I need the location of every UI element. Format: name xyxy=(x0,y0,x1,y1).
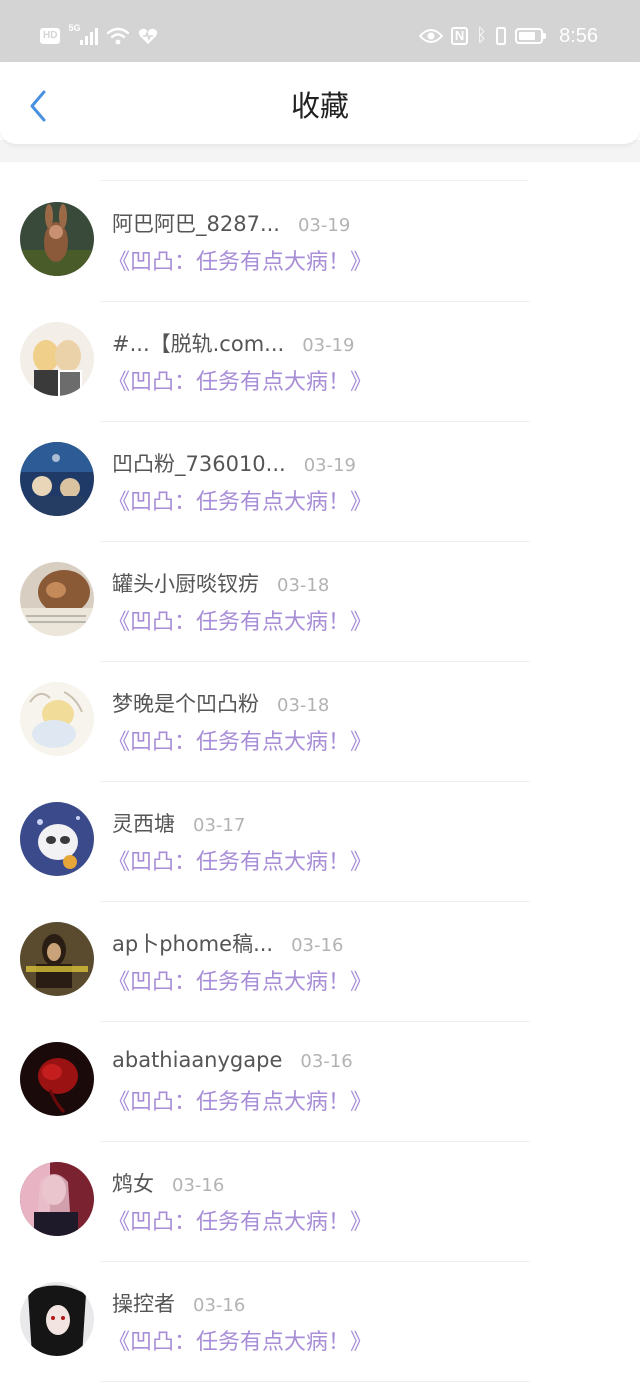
item-date: 03-18 xyxy=(277,575,330,596)
vibrate-icon xyxy=(496,27,507,45)
avatar[interactable] xyxy=(20,802,94,876)
list-top-divider xyxy=(100,180,528,181)
book-title[interactable]: 《凹凸：任务有点大病！》 xyxy=(108,1324,372,1356)
avatar[interactable] xyxy=(20,1042,94,1116)
battery-icon xyxy=(515,28,547,44)
avatar[interactable] xyxy=(20,682,94,756)
item-date: 03-17 xyxy=(193,815,246,836)
list-item[interactable]: ap卜phome稿... 03-16 《凹凸：任务有点大病！》 xyxy=(0,902,640,1022)
bluetooth-icon: ᛒ xyxy=(476,25,488,46)
avatar[interactable] xyxy=(20,202,94,276)
book-title[interactable]: 《凹凸：任务有点大病！》 xyxy=(108,244,372,276)
item-date: 03-16 xyxy=(300,1051,353,1072)
item-date: 03-16 xyxy=(172,1175,225,1196)
user-name: 凹凸粉_736010... xyxy=(112,452,286,476)
item-header: 罐头小厨啖钗疠 03-18 xyxy=(112,568,329,598)
list-item[interactable]: 梦晚是个凹凸粉 03-18 《凹凸：任务有点大病！》 xyxy=(0,662,640,782)
page-title: 收藏 xyxy=(290,89,349,123)
item-date: 03-19 xyxy=(297,215,351,236)
item-header: 鸩女 03-16 xyxy=(112,1168,224,1198)
list-item[interactable]: 凹凸粉_736010... 03-19 《凹凸：任务有点大病！》 xyxy=(0,422,640,542)
item-header: 操控者 03-16 xyxy=(112,1288,245,1318)
list-item[interactable]: abathiaanygape 03-16 《凹凸：任务有点大病！》 xyxy=(0,1022,640,1142)
avatar[interactable] xyxy=(20,922,94,996)
divider xyxy=(100,1381,530,1382)
book-title[interactable]: 《凹凸：任务有点大病！》 xyxy=(108,364,372,396)
status-bar: HD 5G N ᛒ 8:56 xyxy=(0,0,640,62)
avatar[interactable] xyxy=(20,1162,94,1236)
network-type: 5G xyxy=(68,23,81,33)
header: 收藏 xyxy=(0,62,640,144)
user-name: 梦晚是个凹凸粉 xyxy=(112,692,259,716)
status-right: N ᛒ 8:56 xyxy=(418,24,598,48)
user-name: 罐头小厨啖钗疠 xyxy=(112,572,259,596)
list-item[interactable]: 罐头小厨啖钗疠 03-18 《凹凸：任务有点大病！》 xyxy=(0,542,640,662)
wifi-icon xyxy=(107,27,130,45)
item-header: abathiaanygape 03-16 xyxy=(112,1048,353,1078)
user-name: 阿巴阿巴_8287... xyxy=(112,212,280,236)
list-item[interactable]: 阿巴阿巴_8287... 03-19 《凹凸：任务有点大病！》 xyxy=(0,182,640,302)
list-item[interactable]: 灵西塘 03-17 《凹凸：任务有点大病！》 xyxy=(0,782,640,902)
item-date: 03-16 xyxy=(291,935,344,956)
avatar[interactable] xyxy=(20,442,94,516)
avatar[interactable] xyxy=(20,322,94,396)
nfc-icon: N xyxy=(450,27,469,45)
book-title[interactable]: 《凹凸：任务有点大病！》 xyxy=(108,604,372,636)
list-item[interactable]: #...【脱轨.com... 03-19 《凹凸：任务有点大病！》 xyxy=(0,302,640,422)
item-date: 03-19 xyxy=(302,335,355,356)
user-name: abathiaanygape xyxy=(112,1048,283,1072)
item-header: #...【脱轨.com... 03-19 xyxy=(112,328,355,358)
heart-icon xyxy=(139,28,158,44)
item-date: 03-18 xyxy=(277,695,330,716)
item-header: 梦晚是个凹凸粉 03-18 xyxy=(112,688,329,718)
item-date: 03-19 xyxy=(303,455,357,476)
item-header: 阿巴阿巴_8287... 03-19 xyxy=(112,208,350,238)
item-header: 灵西塘 03-17 xyxy=(112,808,245,838)
clock: 8:56 xyxy=(559,24,598,47)
avatar[interactable] xyxy=(20,1282,94,1356)
book-title[interactable]: 《凹凸：任务有点大病！》 xyxy=(108,484,372,516)
user-name: 操控者 xyxy=(112,1292,175,1316)
user-name: 灵西塘 xyxy=(112,812,175,836)
eye-icon xyxy=(418,29,443,43)
hd-badge: HD xyxy=(40,28,61,44)
book-title[interactable]: 《凹凸：任务有点大病！》 xyxy=(108,964,372,996)
avatar[interactable] xyxy=(20,562,94,636)
book-title[interactable]: 《凹凸：任务有点大病！》 xyxy=(108,844,372,876)
user-name: ap卜phome稿... xyxy=(112,932,274,956)
list-item[interactable]: 鸩女 03-16 《凹凸：任务有点大病！》 xyxy=(0,1142,640,1262)
user-name: #...【脱轨.com... xyxy=(112,332,285,356)
book-title[interactable]: 《凹凸：任务有点大病！》 xyxy=(108,1084,372,1116)
list-item[interactable]: 操控者 03-16 《凹凸：任务有点大病！》 xyxy=(0,1262,640,1382)
book-title[interactable]: 《凹凸：任务有点大病！》 xyxy=(108,1204,372,1236)
item-header: 凹凸粉_736010... 03-19 xyxy=(112,448,356,478)
item-date: 03-16 xyxy=(193,1295,246,1316)
cellular-signal-icon: 5G xyxy=(68,23,99,47)
status-left: HD 5G xyxy=(40,23,158,48)
item-header: ap卜phome稿... 03-16 xyxy=(112,928,343,958)
book-title[interactable]: 《凹凸：任务有点大病！》 xyxy=(108,724,372,756)
user-name: 鸩女 xyxy=(112,1172,154,1196)
